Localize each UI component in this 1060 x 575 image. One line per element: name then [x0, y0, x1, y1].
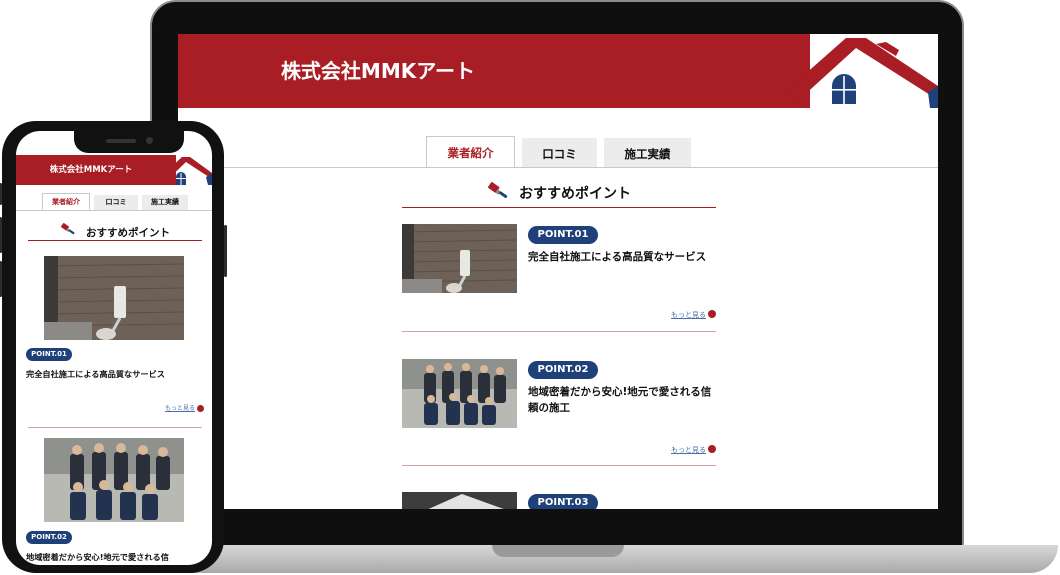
site-header: 株式会社MMKアート — [16, 155, 212, 185]
phone-notch — [74, 131, 184, 153]
tab-bar: 業者紹介 口コミ 施工実績 — [426, 136, 691, 168]
paint-brush-icon — [60, 222, 76, 241]
tab-underline — [16, 210, 212, 211]
phone-power-button — [224, 225, 227, 277]
tab-underline — [178, 167, 938, 168]
house-roof-icon — [156, 157, 212, 185]
tab-company-intro[interactable]: 業者紹介 — [426, 136, 515, 168]
wall-painting-photo — [44, 256, 184, 340]
phone-side-button — [0, 261, 2, 297]
team-group-photo — [44, 438, 184, 522]
partial-photo — [402, 492, 517, 509]
point-text: 完全自社施工による高品質なサービス — [528, 251, 707, 263]
chevron-down-icon — [708, 310, 716, 318]
tab-reviews[interactable]: 口コミ — [94, 195, 138, 210]
tab-works[interactable]: 施工実績 — [142, 195, 188, 210]
chevron-down-icon — [708, 445, 716, 453]
point-card: POINT.03 — [402, 492, 716, 509]
section-heading: おすすめポイント — [402, 182, 716, 208]
tab-reviews[interactable]: 口コミ — [522, 138, 597, 168]
point-text: 地域密着だから安心!地元で愛される信 — [26, 552, 169, 562]
point-badge: POINT.01 — [26, 348, 72, 361]
site-title: 株式会社MMKアート — [280, 59, 476, 83]
paint-brush-icon — [487, 182, 509, 206]
team-group-photo — [402, 359, 517, 428]
phone-side-button — [0, 217, 2, 253]
laptop-screen: 株式会社MMKアート 業者紹介 口コミ 施工実績 おすすめポイント POINT.… — [178, 34, 938, 509]
point-badge: POINT.02 — [26, 531, 72, 544]
site-title: 株式会社MMKアート — [49, 165, 133, 175]
divider — [28, 427, 202, 428]
wall-painting-photo — [402, 224, 517, 293]
site-header: 株式会社MMKアート — [178, 34, 938, 108]
divider — [402, 331, 716, 332]
section-title: おすすめポイント — [519, 186, 632, 202]
tab-works[interactable]: 施工実績 — [604, 138, 691, 168]
device-mockup-stage: 株式会社MMKアート 業者紹介 口コミ 施工実績 おすすめポイント POINT.… — [0, 0, 1060, 575]
point-text: 地域密着だから安心!地元で愛される信頼の施工 — [528, 386, 712, 414]
chevron-down-icon — [197, 405, 204, 412]
section-heading: おすすめポイント — [28, 221, 202, 241]
phone-side-button — [0, 183, 2, 205]
phone-screen: 株式会社MMKアート 業者紹介 口コミ 施工実績 おすすめポイント POINT.… — [16, 131, 212, 565]
tab-company-intro[interactable]: 業者紹介 — [42, 193, 90, 210]
laptop-hinge-notch — [492, 545, 624, 557]
tab-bar: 業者紹介 口コミ 施工実績 — [42, 193, 188, 210]
more-link[interactable]: もっと見る — [165, 403, 204, 412]
more-link[interactable]: もっと見る — [671, 445, 716, 455]
divider — [402, 465, 716, 466]
section-title: おすすめポイント — [86, 227, 171, 239]
more-link[interactable]: もっと見る — [671, 310, 716, 320]
point-text: 完全自社施工による高品質なサービス — [26, 369, 165, 379]
point-badge: POINT.02 — [528, 361, 598, 379]
point-badge: POINT.03 — [528, 494, 598, 509]
house-roof-icon — [778, 34, 938, 108]
point-card: POINT.01 完全自社施工による高品質なサービス もっと見る — [402, 224, 716, 319]
phone-frame: 株式会社MMKアート 業者紹介 口コミ 施工実績 おすすめポイント POINT.… — [0, 121, 227, 573]
point-card: POINT.02 地域密着だから安心!地元で愛される信頼の施工 もっと見る — [402, 359, 716, 469]
point-badge: POINT.01 — [528, 226, 598, 244]
